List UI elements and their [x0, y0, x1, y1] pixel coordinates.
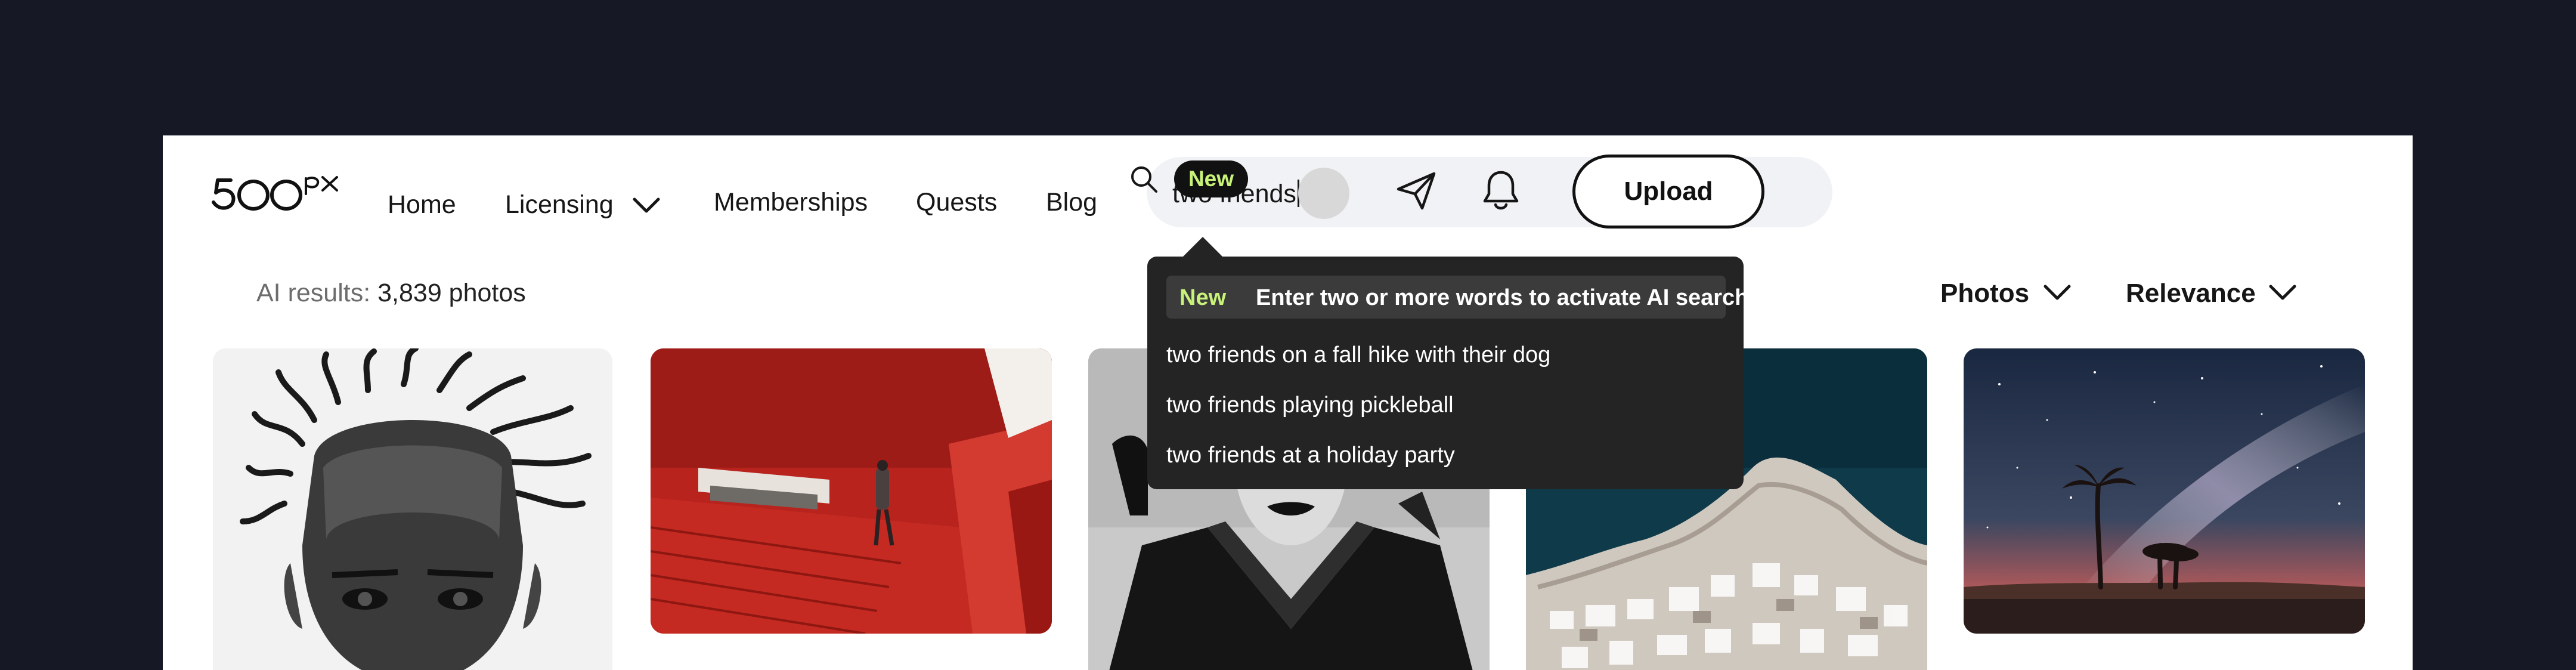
- bell-icon[interactable]: [1482, 169, 1520, 213]
- search-icon[interactable]: [1129, 164, 1160, 195]
- photo-image: [1964, 348, 2365, 634]
- hint-text: Enter two or more words to activate AI s…: [1256, 285, 1749, 310]
- dropdown-pointer: [1182, 237, 1223, 257]
- app-window: Home Licensing Memberships Quests Blog t…: [163, 135, 2413, 670]
- 500px-logo[interactable]: [210, 171, 342, 213]
- sort-filter[interactable]: Relevance: [2126, 279, 2256, 308]
- photo-card[interactable]: [1964, 348, 2365, 634]
- chevron-down-icon[interactable]: [2268, 283, 2298, 301]
- nav-licensing[interactable]: Licensing: [505, 192, 614, 228]
- nav-memberships[interactable]: Memberships: [714, 190, 868, 226]
- photo-card[interactable]: [651, 348, 1052, 634]
- chevron-down-icon[interactable]: [631, 196, 661, 214]
- results-prefix: AI results:: [256, 279, 371, 307]
- nav-home[interactable]: Home: [388, 192, 456, 228]
- photo-image: [651, 348, 1052, 634]
- chevron-down-icon[interactable]: [2042, 283, 2072, 301]
- upload-button[interactable]: Upload: [1572, 155, 1764, 229]
- send-icon[interactable]: [1396, 171, 1438, 211]
- photo-image: [213, 348, 612, 670]
- photos-filter[interactable]: Photos: [1940, 279, 2029, 308]
- photo-card[interactable]: [213, 348, 612, 670]
- ai-search-hint: New Enter two or more words to activate …: [1166, 276, 1748, 319]
- avatar[interactable]: [1298, 168, 1349, 219]
- nav-quests[interactable]: Quests: [916, 190, 997, 226]
- hint-new-badge: New: [1179, 285, 1227, 310]
- search-suggestion[interactable]: two friends at a holiday party: [1166, 443, 1455, 468]
- results-count: 3,839 photos: [377, 279, 526, 307]
- search-suggestion[interactable]: two friends playing pickleball: [1166, 393, 1454, 418]
- new-badge: New: [1174, 160, 1248, 197]
- search-suggestions-dropdown: New Enter two or more words to activate …: [1147, 257, 1748, 489]
- search-suggestion[interactable]: two friends on a fall hike with their do…: [1166, 342, 1550, 368]
- results-summary: AI results: 3,839 photos: [256, 279, 526, 308]
- nav-blog[interactable]: Blog: [1046, 190, 1097, 226]
